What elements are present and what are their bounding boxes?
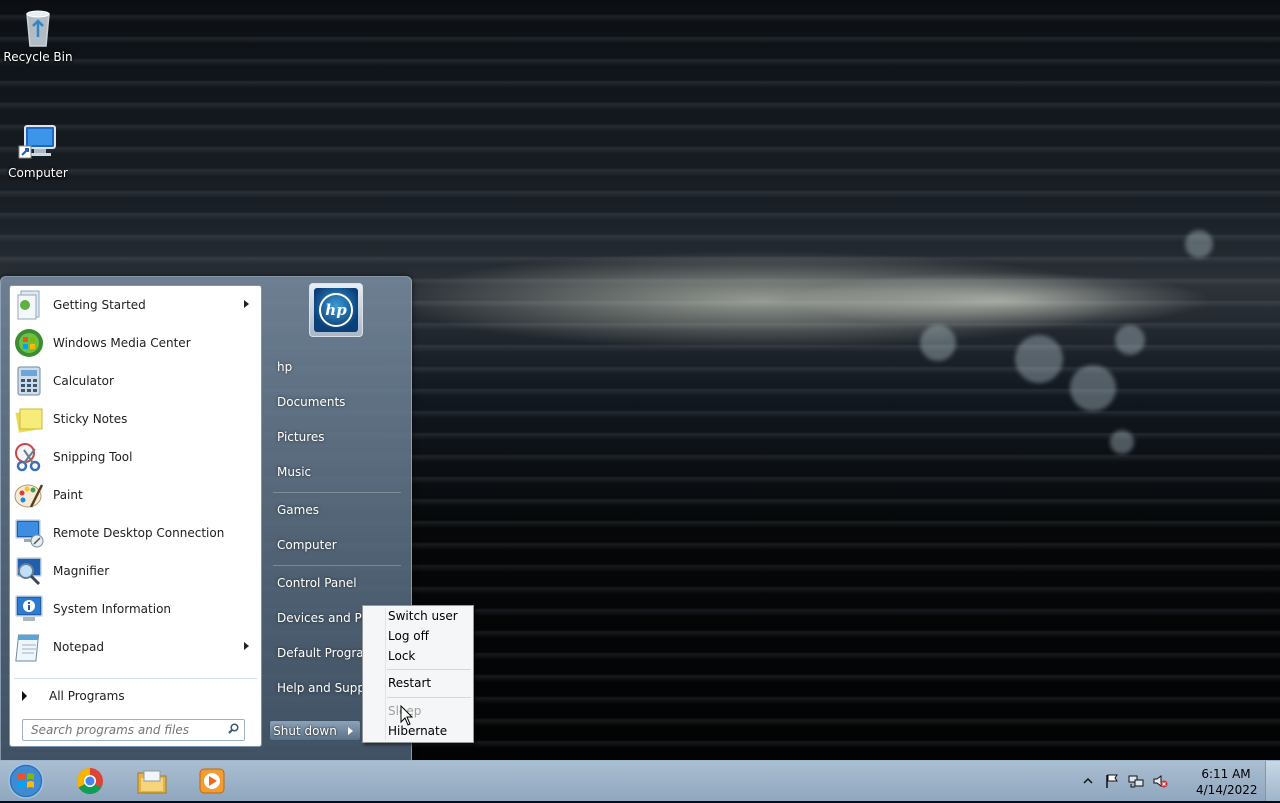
program-label: Calculator bbox=[53, 374, 114, 388]
wallpaper-bokeh bbox=[1185, 230, 1213, 258]
program-calculator[interactable]: Calculator bbox=[10, 362, 261, 400]
action-center-flag-icon[interactable] bbox=[1104, 773, 1120, 789]
program-sticky-notes[interactable]: Sticky Notes bbox=[10, 400, 261, 438]
menu-separator bbox=[387, 697, 471, 698]
media-center-icon bbox=[13, 327, 45, 359]
program-label: Getting Started bbox=[53, 298, 146, 312]
all-programs-button[interactable]: All Programs bbox=[10, 684, 261, 708]
sticky-notes-icon bbox=[13, 403, 45, 435]
all-programs-arrow-icon bbox=[22, 691, 27, 701]
program-getting-started[interactable]: Getting Started bbox=[10, 286, 261, 324]
program-label: Snipping Tool bbox=[53, 450, 133, 464]
start-button[interactable] bbox=[6, 762, 46, 800]
show-desktop-button[interactable] bbox=[1265, 761, 1280, 801]
getting-started-icon bbox=[13, 289, 45, 321]
program-label: Magnifier bbox=[53, 564, 110, 578]
taskbar: 6:11 AM 4/14/2022 bbox=[0, 760, 1280, 801]
program-snipping-tool[interactable]: Snipping Tool bbox=[10, 438, 261, 476]
desktop-icon-label: Computer bbox=[8, 166, 68, 180]
desktop-icon-label: Recycle Bin bbox=[3, 50, 73, 64]
programs-separator bbox=[14, 678, 257, 679]
program-system-information[interactable]: System Information bbox=[10, 590, 261, 628]
program-remote-desktop[interactable]: Remote Desktop Connection bbox=[10, 514, 261, 552]
all-programs-label: All Programs bbox=[49, 689, 125, 703]
program-label: System Information bbox=[53, 602, 172, 616]
start-right-item-user[interactable]: hp bbox=[269, 352, 403, 382]
program-paint[interactable]: Paint bbox=[10, 476, 261, 514]
user-account-picture[interactable]: hp bbox=[309, 283, 363, 337]
desktop-icon-recycle-bin[interactable]: Recycle Bin bbox=[0, 6, 76, 64]
shutdown-options-menu: Switch user Log off Lock Restart Sleep H… bbox=[362, 605, 474, 743]
taskbar-windows-explorer[interactable] bbox=[124, 763, 180, 799]
clock-date: 4/14/2022 bbox=[1196, 783, 1258, 797]
program-label: Windows Media Center bbox=[53, 336, 191, 350]
show-hidden-icon[interactable] bbox=[1080, 773, 1096, 789]
recycle-bin-icon bbox=[17, 6, 59, 48]
wallpaper-bokeh bbox=[1115, 325, 1145, 355]
system-clock[interactable]: 6:11 AM 4/14/2022 bbox=[1196, 766, 1258, 798]
calculator-icon bbox=[13, 365, 45, 397]
wallpaper-bokeh bbox=[1015, 335, 1063, 383]
menu-item-log-off[interactable]: Log off bbox=[388, 626, 470, 646]
menu-item-switch-user[interactable]: Switch user bbox=[388, 606, 470, 626]
start-right-item-music[interactable]: Music bbox=[269, 457, 403, 487]
clock-time: 6:11 AM bbox=[1201, 767, 1251, 781]
mouse-cursor-icon bbox=[400, 704, 414, 727]
start-right-item-pictures[interactable]: Pictures bbox=[269, 422, 403, 452]
submenu-arrow-icon[interactable] bbox=[244, 300, 249, 308]
wallpaper-bokeh bbox=[920, 325, 956, 361]
menu-item-restart[interactable]: Restart bbox=[388, 673, 470, 693]
start-menu: Getting Started Windows Media Center Cal… bbox=[0, 276, 412, 761]
paint-icon bbox=[13, 479, 45, 511]
shut-down-options-button[interactable] bbox=[340, 720, 361, 741]
windows-logo-icon bbox=[8, 763, 44, 799]
start-right-item-documents[interactable]: Documents bbox=[269, 387, 403, 417]
chevron-right-icon bbox=[347, 726, 353, 735]
desktop-icon-computer[interactable]: Computer bbox=[0, 122, 76, 180]
menu-item-lock[interactable]: Lock bbox=[388, 646, 470, 666]
media-player-icon bbox=[199, 768, 225, 794]
menu-gutter bbox=[385, 608, 386, 740]
volume-muted-icon[interactable] bbox=[1152, 773, 1168, 789]
shut-down-button[interactable]: Shut down bbox=[269, 720, 341, 741]
remote-desktop-icon bbox=[13, 517, 45, 549]
program-label: Paint bbox=[53, 488, 83, 502]
program-label: Remote Desktop Connection bbox=[53, 526, 225, 540]
pinned-programs-list: Getting Started Windows Media Center Cal… bbox=[10, 286, 261, 666]
hp-logo-icon: hp bbox=[314, 288, 358, 332]
program-label: Notepad bbox=[53, 640, 104, 654]
search-box[interactable] bbox=[22, 719, 245, 741]
explorer-icon bbox=[137, 770, 167, 794]
start-menu-programs-pane: Getting Started Windows Media Center Cal… bbox=[9, 285, 262, 747]
system-info-icon bbox=[13, 593, 45, 625]
program-label: Sticky Notes bbox=[53, 412, 128, 426]
network-icon[interactable] bbox=[1128, 773, 1144, 789]
computer-icon bbox=[17, 122, 59, 164]
start-right-item-games[interactable]: Games bbox=[269, 495, 403, 525]
program-notepad[interactable]: Notepad bbox=[10, 628, 261, 666]
search-input[interactable] bbox=[29, 722, 223, 738]
right-pane-separator bbox=[273, 565, 401, 566]
user-logo-text: hp bbox=[319, 293, 353, 327]
magnifier-icon bbox=[13, 555, 45, 587]
menu-separator bbox=[387, 669, 471, 670]
wallpaper-bokeh bbox=[1110, 430, 1134, 454]
chrome-icon bbox=[76, 767, 103, 795]
program-windows-media-center[interactable]: Windows Media Center bbox=[10, 324, 261, 362]
search-icon[interactable] bbox=[228, 723, 239, 734]
taskbar-chrome[interactable] bbox=[62, 763, 118, 799]
submenu-arrow-icon[interactable] bbox=[244, 642, 249, 650]
program-magnifier[interactable]: Magnifier bbox=[10, 552, 261, 590]
scissors-icon bbox=[13, 441, 45, 473]
notification-area bbox=[1076, 761, 1172, 801]
right-pane-separator bbox=[273, 492, 401, 493]
start-right-item-computer[interactable]: Computer bbox=[269, 530, 403, 560]
notepad-icon bbox=[13, 631, 45, 663]
taskbar-media-player[interactable] bbox=[184, 763, 240, 799]
wallpaper-bokeh bbox=[1070, 365, 1116, 411]
start-right-item-control-panel[interactable]: Control Panel bbox=[269, 568, 403, 598]
